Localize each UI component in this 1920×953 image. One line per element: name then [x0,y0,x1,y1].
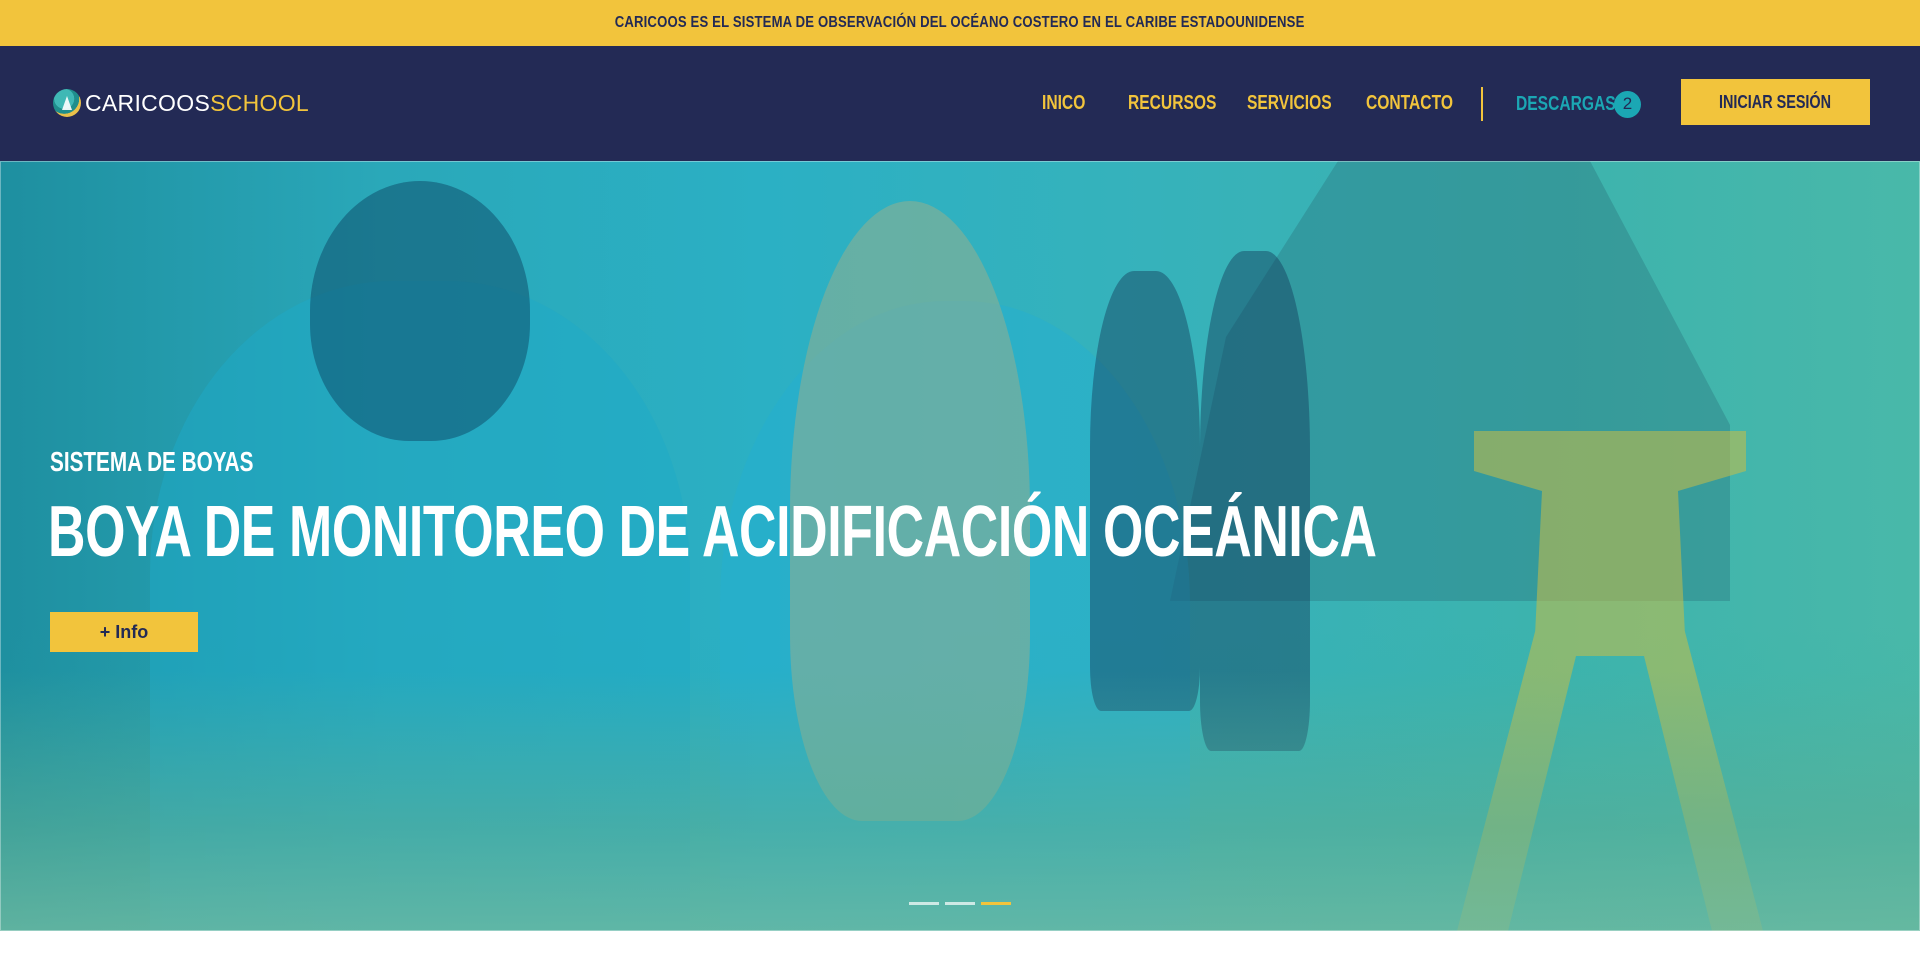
nav-item-inicio[interactable]: INICO [1042,92,1085,115]
hero-photo-shape [310,181,530,441]
downloads-link[interactable]: DESCARGAS 2 [1516,88,1641,120]
downloads-label: DESCARGAS [1516,92,1616,115]
main-nav: INICO RECURSOS SERVICIOS CONTACTO [1030,46,1453,161]
login-button[interactable]: INICIAR SESIÓN [1681,79,1870,125]
page-bottom-strip [0,931,1920,953]
announcement-bar: CARICOOS ES EL SISTEMA DE OBSERVACIÓN DE… [0,0,1920,46]
downloads-count-badge: 2 [1614,90,1641,118]
logo-text-school: SCHOOL [210,89,310,116]
nav-divider [1481,87,1483,121]
hero-floor-gradient [0,671,1920,931]
login-button-label: INICIAR SESIÓN [1719,91,1832,112]
slider-dot-2[interactable] [945,902,975,905]
slider-pagination [909,902,1011,905]
hero-slider: SISTEMA DE BOYAS BOYA DE MONITOREO DE AC… [0,161,1920,931]
hero-info-button[interactable]: + Info [50,612,198,652]
nav-item-contacto[interactable]: CONTACTO [1366,92,1453,115]
caricoos-logo-icon [53,89,81,117]
hero-kicker: SISTEMA DE BOYAS [50,446,254,477]
site-logo[interactable]: CARICOOS SCHOOL [53,88,309,118]
nav-item-servicios[interactable]: SERVICIOS [1247,92,1332,115]
slider-dot-3[interactable] [981,902,1011,905]
announcement-text: CARICOOS ES EL SISTEMA DE OBSERVACIÓN DE… [615,14,1305,31]
hero-title: BOYA DE MONITOREO DE ACIDIFICACIÓN OCEÁN… [48,492,1377,572]
slider-dot-1[interactable] [909,902,939,905]
logo-text-caricoos: CARICOOS [85,89,211,116]
hero-info-button-label: + Info [99,621,149,642]
nav-item-recursos[interactable]: RECURSOS [1128,92,1216,115]
